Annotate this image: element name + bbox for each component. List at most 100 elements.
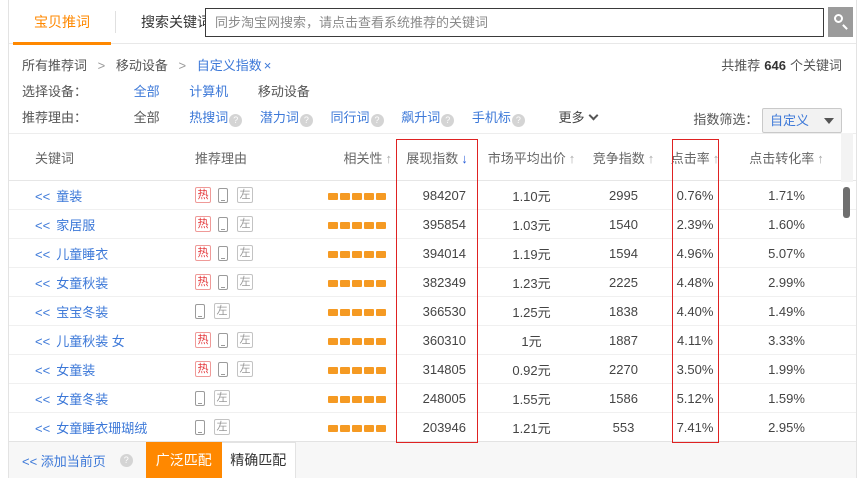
breadcrumb-separator: > (98, 58, 106, 73)
device-option-mobile[interactable]: 移动设备 (258, 84, 310, 99)
add-keyword-icon[interactable]: << (35, 218, 50, 233)
relevance-bars (326, 280, 386, 287)
keyword-cell: << 宝宝冬装 (9, 302, 186, 321)
summary-suffix: 个关键词 (790, 58, 842, 73)
keyword-cell: << 童装 (9, 186, 186, 205)
header-reason[interactable]: 推荐理由 (186, 148, 300, 167)
keyword-link[interactable]: 儿童秋装 女 (56, 334, 125, 349)
sort-up-icon: ↑ (386, 151, 393, 166)
device-option-pc[interactable]: 计算机 (189, 84, 228, 99)
add-keyword-icon[interactable]: << (35, 392, 50, 407)
keyword-link[interactable]: 女童睡衣珊瑚绒 (56, 421, 147, 436)
filter-area: 所有推荐词 > 移动设备 > 自定义指数× 共推荐646个关键词 选择设备： 全… (9, 44, 856, 131)
reason-option-mobile-tag[interactable]: 手机标 (472, 110, 511, 125)
breadcrumb-custom-index[interactable]: 自定义指数 (197, 58, 262, 73)
keyword-cell: << 女童秋装 (9, 273, 186, 292)
cvr-cell: 3.33% (728, 333, 845, 348)
relevance-bars (326, 193, 386, 200)
header-impressions[interactable]: 展现指数↓ (396, 148, 478, 167)
keyword-cell: << 女童冬装 (9, 389, 186, 408)
reason-option-all[interactable]: 全部 (134, 110, 160, 125)
summary-prefix: 共推荐 (721, 58, 760, 73)
reason-option-rising[interactable]: 飙升词 (401, 110, 440, 125)
relevance-cell (300, 246, 396, 261)
header-keyword[interactable]: 关键词 (9, 148, 186, 167)
header-avg-price[interactable]: 市场平均出价↑ (478, 148, 585, 167)
cvr-cell: 1.49% (728, 304, 845, 319)
index-filter-label: 指数筛选： (693, 112, 758, 127)
reason-option-peer[interactable]: 同行词 (331, 110, 370, 125)
table-row: <<家居服 热左 395854 1.03元 1540 2.39% 1.60% (9, 210, 856, 239)
table-row: <<女童睡衣珊瑚绒 左 203946 1.21元 553 7.41% 2.95% (9, 413, 856, 442)
relevance-bars (326, 367, 386, 374)
keyword-link[interactable]: 女童冬装 (56, 392, 108, 407)
device-filter-row: 选择设备： 全部 计算机 移动设备 (22, 79, 856, 105)
add-current-page-link[interactable]: << 添加当前页 (22, 451, 106, 470)
more-button[interactable]: 更多 (558, 110, 597, 125)
mobile-icon (218, 217, 228, 232)
help-icon[interactable] (229, 114, 242, 127)
table-row: <<女童装 热左 314805 0.92元 2270 3.50% 1.99% (9, 355, 856, 384)
avg-price-cell: 1.25元 (478, 302, 585, 321)
help-icon[interactable] (120, 454, 133, 467)
left-badge: 左 (214, 419, 230, 435)
relevance-bars (326, 425, 386, 432)
help-icon[interactable] (512, 114, 525, 127)
index-filter-dropdown[interactable]: 自定义 (762, 108, 842, 133)
add-keyword-icon[interactable]: << (35, 247, 50, 262)
search-button[interactable] (828, 7, 853, 37)
breadcrumb-all-words[interactable]: 所有推荐词 (22, 58, 87, 73)
impressions-cell: 248005 (396, 391, 478, 406)
reason-option-potential[interactable]: 潜力词 (260, 110, 299, 125)
device-option-all[interactable]: 全部 (134, 84, 160, 99)
header-competition[interactable]: 竞争指数↑ (585, 148, 662, 167)
reason-filter-label: 推荐理由： (22, 105, 130, 131)
add-keyword-icon[interactable]: << (35, 189, 50, 204)
header-ctr[interactable]: 点击率↑ (662, 148, 728, 167)
ctr-cell: 4.48% (662, 275, 728, 290)
device-filter-label: 选择设备： (22, 79, 130, 105)
impressions-cell: 394014 (396, 246, 478, 261)
add-keyword-icon[interactable]: << (35, 276, 50, 291)
header-cvr[interactable]: 点击转化率↑ (728, 148, 845, 167)
add-keyword-icon[interactable]: << (35, 363, 50, 378)
broad-match-button[interactable]: 广泛匹配 (146, 442, 222, 478)
reason-cell: 热左 (186, 274, 300, 291)
relevance-cell (300, 391, 396, 406)
tab-product-keywords-label: 宝贝推词 (34, 14, 90, 30)
keyword-link[interactable]: 女童秋装 (56, 276, 108, 291)
scrollbar-thumb[interactable] (843, 187, 850, 218)
search-input[interactable] (205, 8, 824, 37)
index-filter: 指数筛选： 自定义 (693, 107, 842, 133)
add-keyword-icon[interactable]: << (35, 334, 50, 349)
help-icon[interactable] (371, 114, 384, 127)
cvr-cell: 1.59% (728, 391, 845, 406)
hot-badge: 热 (195, 245, 211, 261)
exact-match-button[interactable]: 精确匹配 (222, 442, 296, 478)
breadcrumb-mobile[interactable]: 移动设备 (116, 58, 168, 73)
mobile-icon (195, 304, 205, 319)
search-icon (834, 14, 843, 23)
keyword-link[interactable]: 家居服 (56, 218, 95, 233)
help-icon[interactable] (441, 114, 454, 127)
sort-down-icon: ↓ (461, 151, 468, 166)
reason-cell: 左 (186, 390, 300, 407)
left-badge: 左 (237, 187, 253, 203)
header-relevance[interactable]: 相关性↑ (300, 148, 396, 167)
help-icon[interactable] (300, 114, 313, 127)
cvr-cell: 1.99% (728, 362, 845, 377)
keyword-link[interactable]: 童装 (56, 189, 82, 204)
keyword-link[interactable]: 女童装 (56, 363, 95, 378)
reason-cell: 左 (186, 419, 300, 436)
reason-cell: 左 (186, 303, 300, 320)
reason-option-hot[interactable]: 热搜词 (189, 110, 228, 125)
add-keyword-icon[interactable]: << (35, 421, 50, 436)
keyword-link[interactable]: 宝宝冬装 (56, 305, 108, 320)
reason-cell: 热左 (186, 245, 300, 262)
relevance-cell (300, 188, 396, 203)
add-keyword-icon[interactable]: << (35, 305, 50, 320)
hot-badge: 热 (195, 216, 211, 232)
tab-product-keywords[interactable]: 宝贝推词 (9, 0, 115, 44)
remove-filter-icon[interactable]: × (264, 58, 272, 73)
keyword-link[interactable]: 儿童睡衣 (56, 247, 108, 262)
